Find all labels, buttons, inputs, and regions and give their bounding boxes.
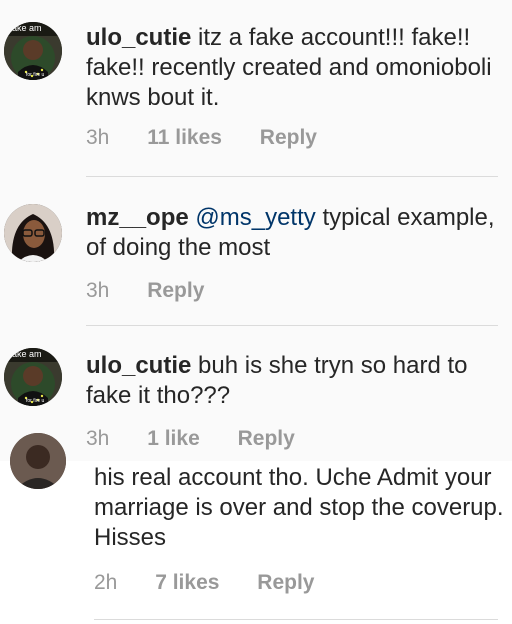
comment-time: 3h bbox=[86, 427, 110, 450]
fake-account-avatar-icon[interactable]: ake am for fire u bbox=[4, 348, 62, 406]
avatar-subcaption: for fire u bbox=[26, 72, 45, 78]
comment-item: ake am for fire u ulo_cutie itz a fake a… bbox=[0, 0, 512, 176]
comment-mention-link[interactable]: @ms_yetty bbox=[195, 204, 315, 231]
comment-time: 2h bbox=[94, 571, 118, 594]
likes-count[interactable]: 1 like bbox=[147, 427, 200, 450]
fake-account-avatar-icon[interactable]: ake am for fire u bbox=[4, 22, 62, 80]
comment-username[interactable]: ulo_cutie bbox=[86, 24, 191, 51]
comment-username[interactable]: mz__ope bbox=[86, 204, 189, 231]
comment-item: his real account tho. Uche Admit your ma… bbox=[0, 433, 512, 624]
reply-button[interactable]: Reply bbox=[147, 279, 204, 302]
comment-text: his real account tho. Uche Admit your ma… bbox=[94, 463, 504, 553]
comment-time: 3h bbox=[86, 279, 110, 302]
comment-divider bbox=[94, 619, 498, 620]
likes-count[interactable]: 7 likes bbox=[155, 571, 219, 594]
man-avatar-partial-icon[interactable] bbox=[10, 433, 66, 489]
comment-meta: 3h 1 like Reply bbox=[86, 427, 327, 451]
comment-time: 3h bbox=[86, 126, 110, 149]
comment-meta: 2h 7 likes Reply bbox=[94, 571, 346, 595]
avatar-caption: ake am bbox=[12, 349, 42, 359]
comment-username[interactable]: ulo_cutie bbox=[86, 352, 191, 379]
reply-button[interactable]: Reply bbox=[260, 126, 317, 149]
comment-text: mz__ope @ms_yetty typical example, of do… bbox=[86, 203, 504, 263]
avatar-subcaption: for fire u bbox=[26, 398, 45, 404]
likes-count[interactable]: 11 likes bbox=[147, 126, 222, 149]
woman-glasses-avatar-icon[interactable] bbox=[4, 204, 62, 262]
comment-body: his real account tho. Uche Admit your ma… bbox=[94, 464, 504, 551]
avatar-caption: ake am bbox=[12, 23, 42, 33]
reply-button[interactable]: Reply bbox=[238, 427, 295, 450]
comment-meta: 3h 11 likes Reply bbox=[86, 126, 349, 150]
comment-item: ake am for fire u ulo_cutie buh is she t… bbox=[0, 326, 512, 461]
comment-meta: 3h Reply bbox=[86, 279, 236, 303]
comment-text: ulo_cutie buh is she tryn so hard to fak… bbox=[86, 351, 504, 411]
comment-item: mz__ope @ms_yetty typical example, of do… bbox=[0, 177, 512, 325]
reply-button[interactable]: Reply bbox=[257, 571, 314, 594]
comment-text: ulo_cutie itz a fake account!!! fake!! f… bbox=[86, 23, 504, 113]
